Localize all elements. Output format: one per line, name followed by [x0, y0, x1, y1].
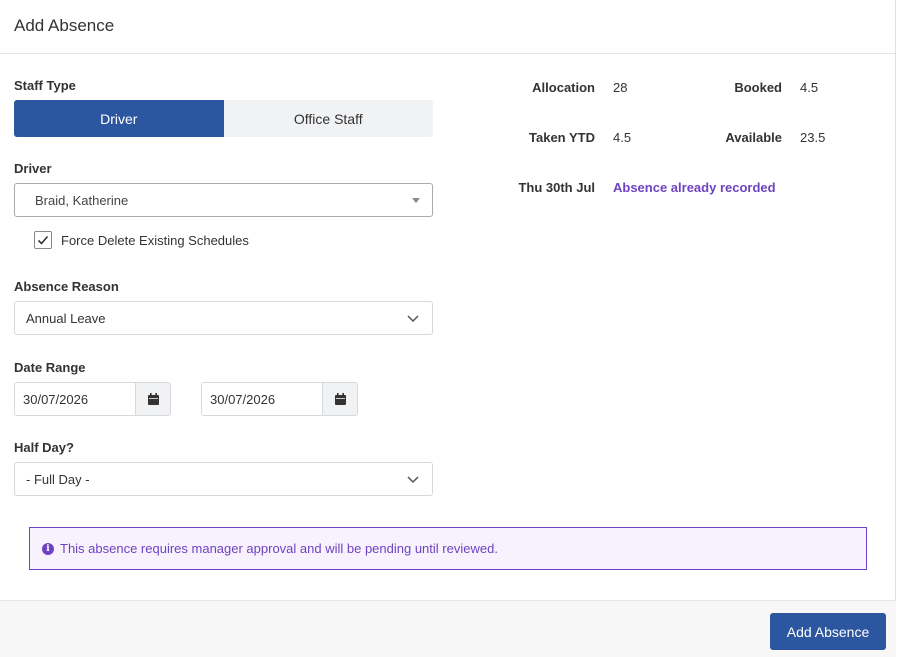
info-icon: i [42, 542, 54, 555]
absence-reason-select[interactable]: Annual Leave [14, 301, 433, 335]
allocation-value: 28 [613, 80, 628, 95]
force-delete-row: Force Delete Existing Schedules [34, 231, 249, 249]
start-date-group [14, 382, 171, 416]
conflict-date: Thu 30th Jul [518, 180, 595, 195]
add-absence-modal: Add Absence Staff Type Driver Office Sta… [0, 0, 896, 657]
chevron-down-icon [407, 315, 419, 323]
available-label: Available [725, 130, 782, 145]
taken-ytd-value: 4.5 [613, 130, 632, 145]
modal-title: Add Absence [14, 16, 115, 35]
absence-reason-label: Absence Reason [14, 279, 119, 294]
force-delete-label: Force Delete Existing Schedules [61, 232, 249, 248]
approval-alert-text: This absence requires manager approval a… [60, 541, 498, 556]
end-date-input[interactable] [202, 383, 322, 415]
calendar-icon [334, 393, 346, 405]
allocation-label: Allocation [532, 80, 595, 95]
caret-down-icon [412, 197, 420, 203]
available-value: 23.5 [800, 130, 826, 145]
driver-select[interactable]: Braid, Katherine [14, 183, 433, 217]
calendar-icon [147, 393, 159, 405]
modal-footer: Add Absence [0, 600, 896, 657]
staff-type-label: Staff Type [14, 78, 76, 93]
booked-value: 4.5 [800, 80, 819, 95]
approval-alert: i This absence requires manager approval… [29, 527, 867, 570]
driver-label: Driver [14, 161, 52, 176]
half-day-label: Half Day? [14, 440, 74, 455]
chevron-down-icon [407, 476, 419, 484]
staff-type-office-button[interactable]: Office Staff [223, 100, 433, 137]
staff-type-toggle: Driver Office Staff [14, 100, 433, 137]
start-date-input[interactable] [15, 383, 135, 415]
half-day-select[interactable]: - Full Day - [14, 462, 433, 496]
booked-label: Booked [734, 80, 782, 95]
add-absence-button[interactable]: Add Absence [770, 613, 886, 650]
conflict-message: Absence already recorded [613, 180, 776, 195]
start-date-calendar-button[interactable] [135, 383, 170, 415]
end-date-calendar-button[interactable] [322, 383, 357, 415]
checkmark-icon [37, 235, 49, 245]
modal-header: Add Absence [0, 0, 895, 54]
driver-select-value: Braid, Katherine [35, 192, 129, 208]
force-delete-checkbox[interactable] [34, 231, 52, 249]
taken-ytd-label: Taken YTD [529, 130, 595, 145]
date-range-label: Date Range [14, 360, 86, 375]
half-day-value: - Full Day - [26, 471, 90, 487]
absence-reason-value: Annual Leave [26, 310, 106, 326]
end-date-group [201, 382, 358, 416]
staff-type-driver-button[interactable]: Driver [14, 100, 224, 137]
